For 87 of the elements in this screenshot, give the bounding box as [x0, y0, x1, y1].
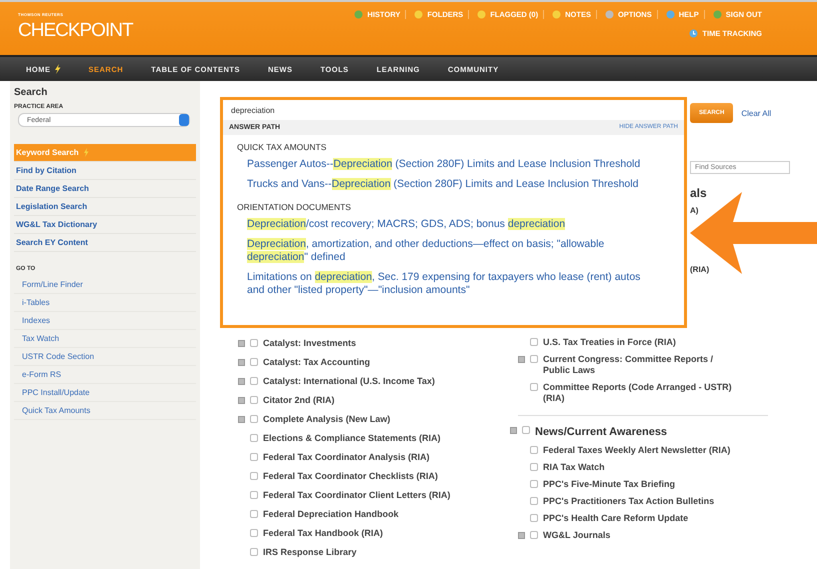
sidebar-link[interactable]: Form/Line Finder — [14, 276, 196, 294]
checkbox[interactable] — [530, 463, 538, 471]
source-label: A) — [690, 206, 700, 215]
sidebar-link[interactable]: Date Range Search — [14, 180, 196, 198]
sidebar-link[interactable]: Quick Tax Amounts — [14, 402, 196, 420]
checkbox[interactable] — [250, 339, 258, 347]
source-label: PPC's Practitioners Tax Action Bulletins — [543, 496, 714, 507]
sidebar-link[interactable]: Legislation Search — [14, 198, 196, 216]
sidebar-link[interactable]: PPC Install/Update — [14, 384, 196, 402]
checkbox[interactable] — [250, 453, 258, 461]
source-label: Catalyst: Tax Accounting — [263, 357, 370, 368]
source-label: News/Current Awareness — [535, 425, 668, 439]
link-icon — [552, 10, 562, 19]
source-label: (RIA) — [690, 265, 710, 274]
link-icon — [354, 10, 364, 19]
source-label: Federal Tax Handbook (RIA) — [263, 528, 383, 539]
checkbox[interactable] — [250, 472, 258, 480]
source-label: Federal Tax Coordinator Analysis (RIA) — [263, 452, 430, 463]
source-label: RIA Tax Watch — [543, 462, 605, 473]
sidebar-link[interactable]: Indexes — [14, 312, 196, 330]
answer-link[interactable]: Passenger Autos--Depreciation (Section 280F) Limits and Lease Inclusion Threshold — [223, 155, 684, 175]
checkbox[interactable] — [530, 338, 538, 346]
expand-icon[interactable] — [238, 416, 245, 423]
checkbox[interactable] — [250, 358, 258, 366]
source-label: Federal Depreciation Handbook — [263, 509, 399, 520]
answer-link[interactable]: Trucks and Vans--Depreciation (Section 280F) Limits and Lease Inclusion Threshold — [223, 175, 684, 195]
sidebar-link[interactable]: i-Tables — [14, 294, 196, 312]
sidebar-link[interactable]: Search EY Content — [14, 234, 196, 252]
answer-link[interactable]: Depreciation/cost recovery; MACRS; GDS, ADS; bonus depreciation — [223, 215, 684, 235]
checkbox[interactable] — [530, 383, 538, 391]
expand-icon[interactable] — [238, 397, 245, 404]
section-heading: als — [690, 186, 708, 200]
source-label: Current Congress: Committee Reports / Public Laws — [543, 354, 714, 376]
source-label: Catalyst: Investments — [263, 338, 356, 349]
link-icon — [414, 10, 424, 19]
link-icon — [477, 10, 486, 19]
source-label: PPC's Five-Minute Tax Briefing — [543, 479, 675, 490]
sidebar-link[interactable]: USTR Code Section — [14, 348, 196, 366]
checkbox[interactable] — [522, 426, 530, 434]
source-label: PPC's Health Care Reform Update — [543, 513, 688, 524]
link-icon — [712, 10, 722, 19]
checkbox[interactable] — [250, 529, 258, 537]
group-heading: ORIENTATION DOCUMENTS — [236, 201, 352, 214]
source-label: IRS Response Library — [263, 547, 357, 558]
clock-icon — [689, 29, 698, 38]
source-label: Complete Analysis (New Law) — [263, 414, 390, 425]
expand-icon[interactable] — [518, 356, 525, 363]
source-label: Federal Tax Coordinator Client Letters (RIA) — [263, 490, 450, 501]
expand-icon[interactable] — [518, 532, 525, 539]
answer-link[interactable]: Limitations on depreciation, Sec. 179 expensing for taxpayers who lease (rent) autos and other "listed property"—"inclusion amounts" — [223, 268, 684, 301]
sidebar-title: Search — [14, 87, 48, 98]
clear-all-link[interactable]: Clear All — [741, 108, 772, 118]
checkbox[interactable] — [250, 415, 258, 423]
sidebar-link[interactable]: e-Form RS — [14, 366, 196, 384]
source-label: Catalyst: International (U.S. Income Tax) — [263, 376, 435, 387]
checkbox[interactable] — [530, 497, 538, 505]
sidebar-link[interactable]: WG&L Tax Dictionary — [14, 216, 196, 234]
checkbox[interactable] — [250, 491, 258, 499]
lightning-icon — [54, 64, 60, 74]
checkbox[interactable] — [530, 514, 538, 522]
lightning-icon — [82, 148, 89, 157]
checkbox[interactable] — [250, 510, 258, 518]
source-label: Citator 2nd (RIA) — [263, 395, 334, 406]
answer-link[interactable]: Depreciation, amortization, and other deductions—effect on basis; "allowable depreciation" defined — [223, 235, 684, 268]
sidebar-link[interactable]: Find by Citation — [14, 162, 196, 180]
link-icon — [666, 10, 675, 19]
checkbox[interactable] — [530, 480, 538, 488]
checkbox[interactable] — [530, 446, 538, 454]
group-heading: QUICK TAX AMOUNTS — [236, 141, 328, 154]
checkbox[interactable] — [250, 434, 258, 442]
checkbox[interactable] — [250, 377, 258, 385]
expand-icon[interactable] — [238, 359, 245, 366]
source-label: WG&L Journals — [543, 530, 610, 541]
checkbox[interactable] — [530, 355, 538, 363]
expand-icon[interactable] — [238, 378, 245, 385]
source-label: Elections & Compliance Statements (RIA) — [263, 433, 441, 444]
expand-icon[interactable] — [510, 427, 517, 434]
source-label: Federal Tax Coordinator Checklists (RIA) — [263, 471, 438, 482]
checkbox[interactable] — [530, 531, 538, 539]
checkbox[interactable] — [250, 548, 258, 556]
source-label: Federal Taxes Weekly Alert Newsletter (RIA) — [543, 445, 730, 456]
sidebar-link[interactable]: Tax Watch — [14, 330, 196, 348]
expand-icon[interactable] — [238, 340, 245, 347]
source-label: U.S. Tax Treaties in Force (RIA) — [543, 337, 676, 348]
checkbox[interactable] — [250, 396, 258, 404]
source-label: Committee Reports (Code Arranged - USTR) (RIA) — [543, 382, 733, 404]
link-icon — [604, 10, 614, 19]
